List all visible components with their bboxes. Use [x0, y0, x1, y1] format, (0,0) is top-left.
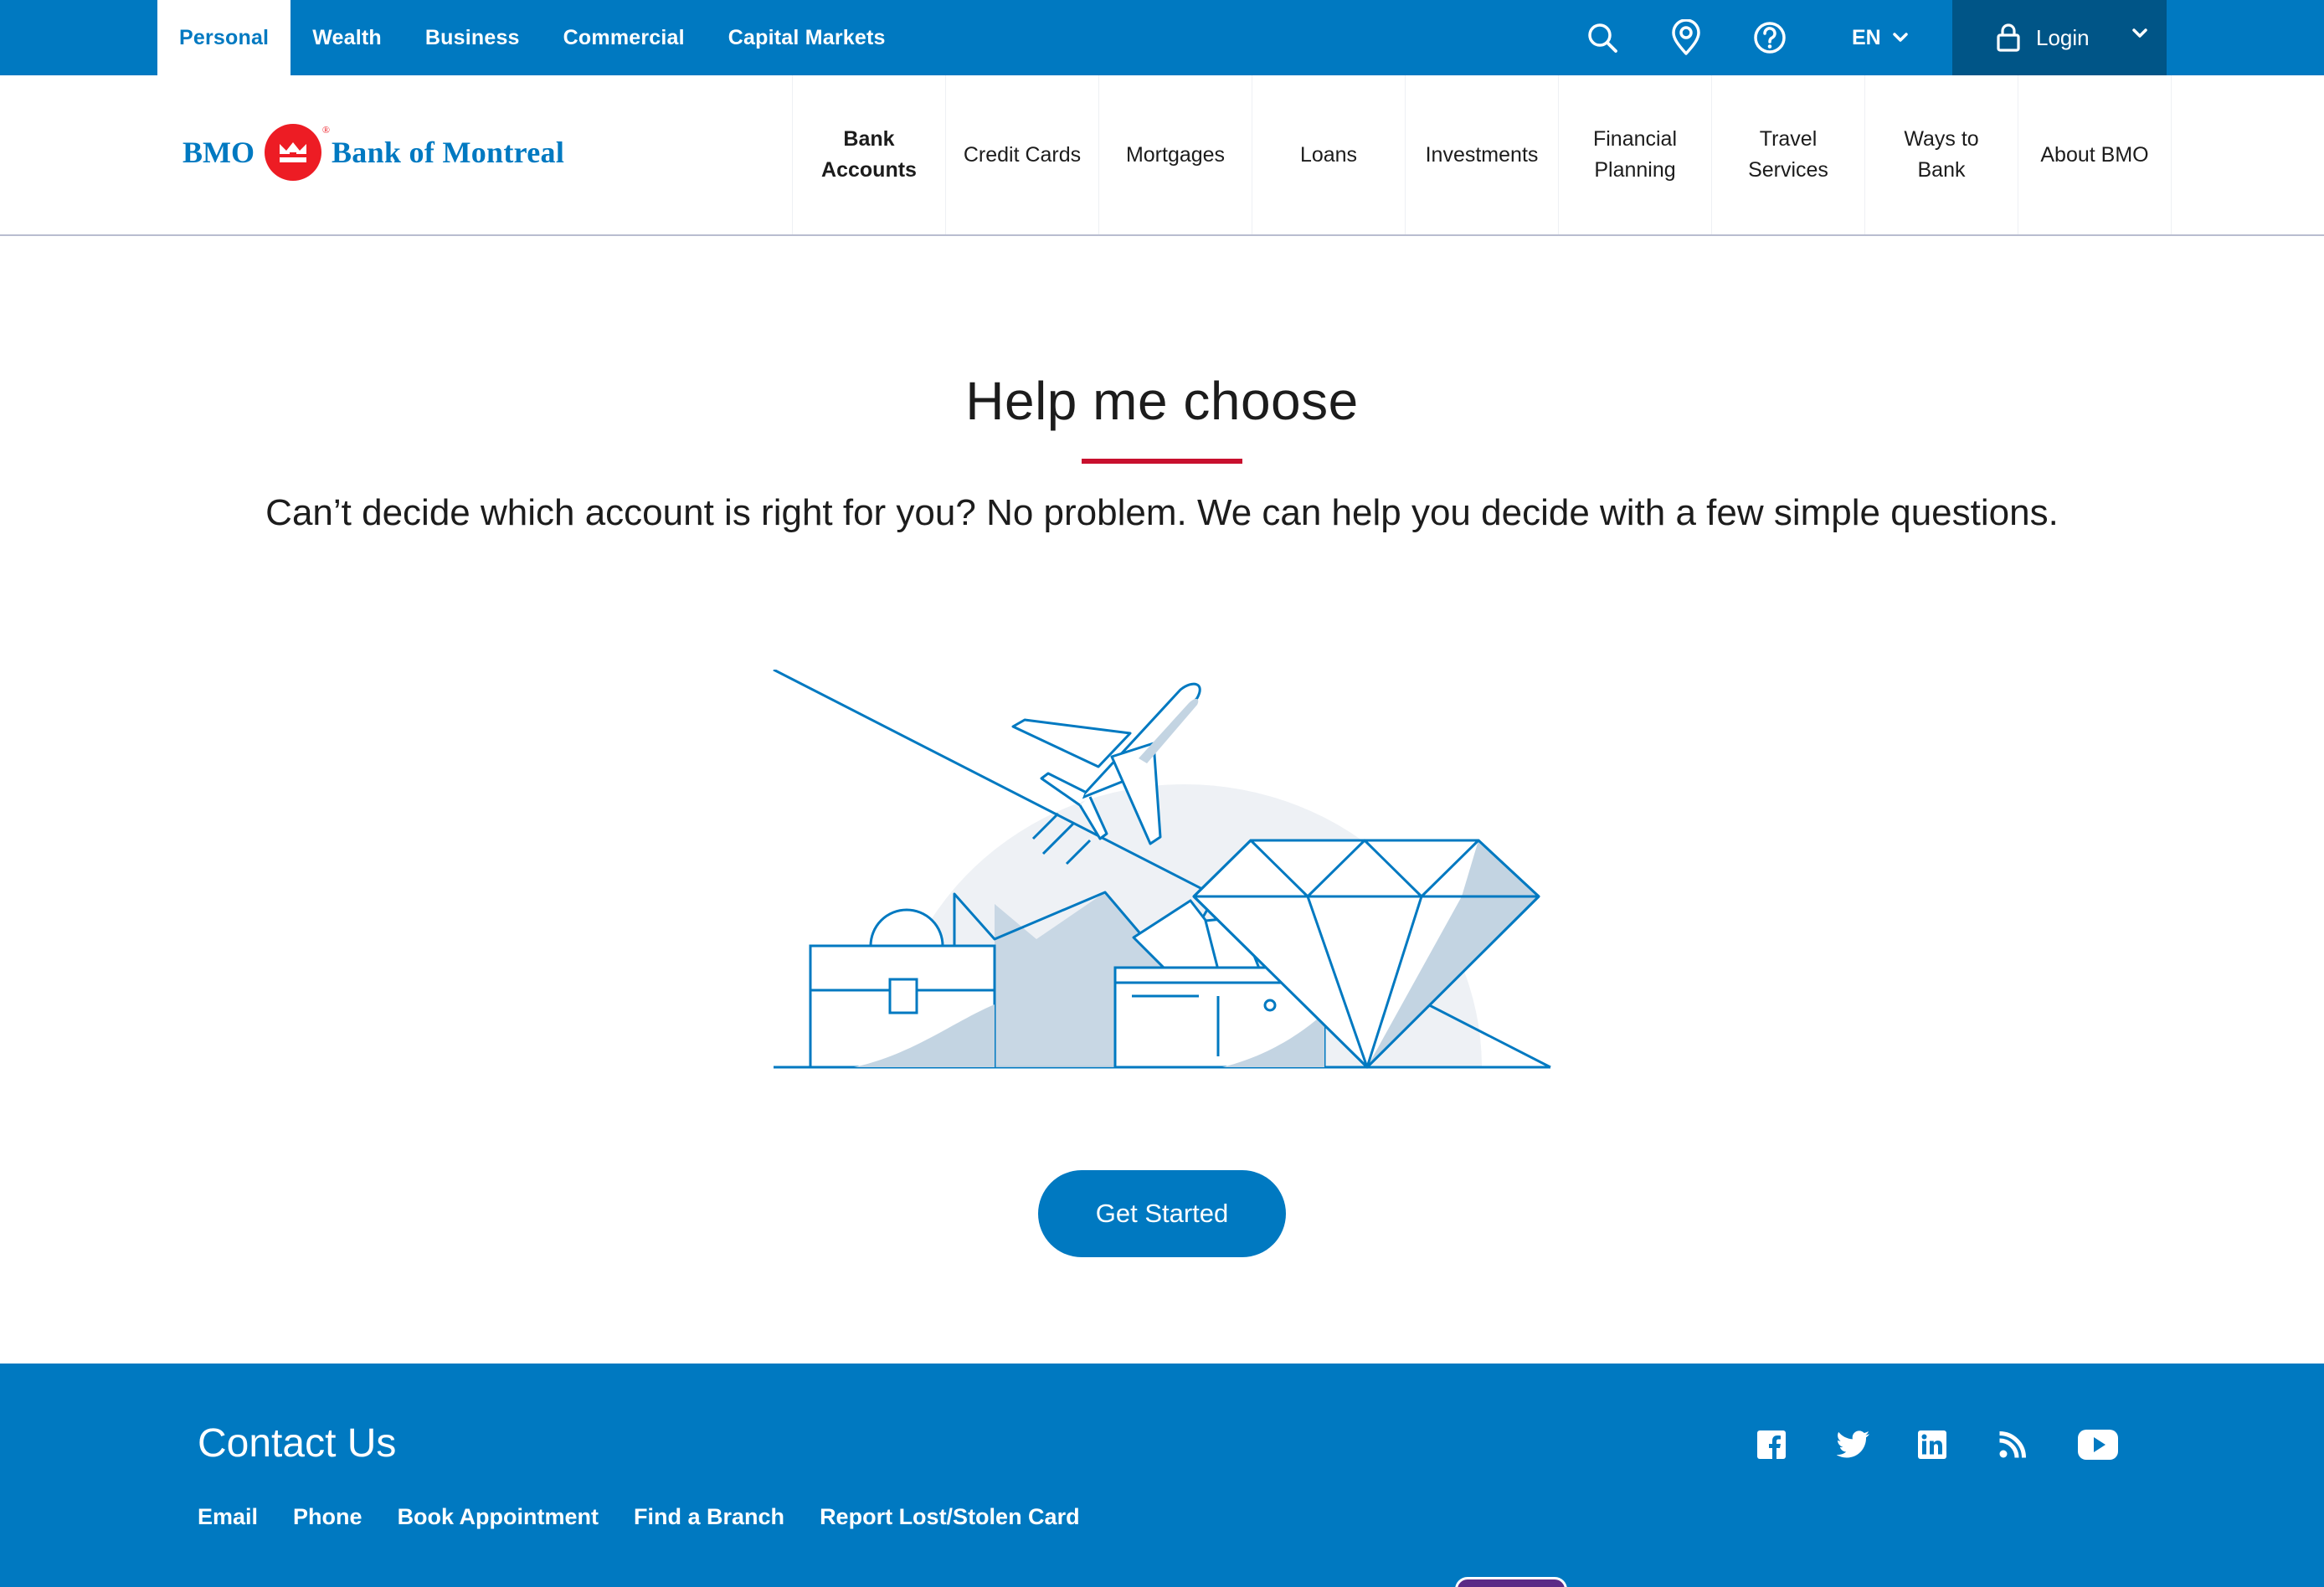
nav-item-travel-services[interactable]: Travel Services [1712, 75, 1865, 234]
search-icon [1577, 13, 1627, 63]
nav-item-about-bmo[interactable]: About BMO [2018, 75, 2172, 234]
footer: Contact Us Email Phone Book Appointment … [0, 1364, 2324, 1587]
title-underline [1082, 459, 1242, 464]
linkedin-link[interactable] [1915, 1422, 1949, 1467]
segment-tab-business[interactable]: Business [404, 0, 542, 75]
footer-title: Contact Us [198, 1421, 397, 1466]
chevron-down-icon [2132, 28, 2147, 38]
linkedin-icon [1918, 1430, 1946, 1459]
get-started-button[interactable]: Get Started [1038, 1170, 1286, 1257]
page-title: Help me choose [965, 371, 1359, 431]
twitter-link[interactable] [1835, 1422, 1872, 1467]
logo-bank-name: Bank of Montreal [332, 136, 565, 169]
login-label: Login [2036, 24, 2090, 50]
page-subtitle: Can’t decide which account is right for … [265, 492, 2059, 533]
footer-link-email[interactable]: Email [198, 1504, 258, 1530]
banking-illustration [773, 670, 1551, 1069]
footer-link-phone[interactable]: Phone [293, 1504, 362, 1530]
nav-item-mortgages[interactable]: Mortgages [1099, 75, 1252, 234]
top-utility-bar: Personal Wealth Business Commercial Capi… [0, 0, 2324, 75]
language-selector[interactable]: EN [1852, 0, 1908, 75]
rss-icon [1999, 1431, 2026, 1458]
location-icon [1661, 13, 1711, 63]
chevron-down-icon [1892, 33, 1908, 42]
segment-tab-wealth[interactable]: Wealth [290, 0, 404, 75]
twitter-icon [1837, 1430, 1869, 1458]
nav-item-investments[interactable]: Investments [1406, 75, 1559, 234]
facebook-link[interactable] [1755, 1422, 1788, 1467]
nav-item-bank-accounts[interactable]: Bank Accounts [793, 75, 946, 234]
rss-link[interactable] [1996, 1422, 2029, 1467]
facebook-icon [1757, 1430, 1786, 1459]
logo-bmo-text: BMO [183, 136, 255, 169]
youtube-link[interactable] [2076, 1422, 2120, 1467]
segment-tab-personal[interactable]: Personal [157, 0, 291, 75]
login-button[interactable]: Login [1952, 0, 2167, 75]
nav-item-loans[interactable]: Loans [1252, 75, 1406, 234]
lock-icon [1996, 23, 2021, 53]
main-navigation: BMO ® Bank of Montreal Bank Accounts Cre… [0, 75, 2324, 236]
youtube-icon [2078, 1430, 2118, 1460]
segment-tab-capital-markets[interactable]: Capital Markets [707, 0, 907, 75]
segment-tab-commercial[interactable]: Commercial [542, 0, 707, 75]
search-button[interactable] [1577, 0, 1627, 75]
segment-tabs: Personal Wealth Business Commercial Capi… [157, 0, 907, 75]
help-icon [1745, 13, 1795, 63]
bmo-logo[interactable]: BMO ® Bank of Montreal [183, 124, 564, 181]
branch-locator-button[interactable] [1661, 0, 1711, 75]
footer-contact-links: Email Phone Book Appointment Find a Bran… [198, 1504, 1115, 1530]
footer-link-book-appointment[interactable]: Book Appointment [398, 1504, 599, 1530]
registered-mark-icon: ® [321, 124, 330, 136]
bmo-roundel-icon: ® [265, 124, 330, 181]
footer-link-find-a-branch[interactable]: Find a Branch [634, 1504, 784, 1530]
nav-item-financial-planning[interactable]: Financial Planning [1559, 75, 1712, 234]
chat-launcher-button[interactable] [1455, 1577, 1567, 1587]
nav-item-credit-cards[interactable]: Credit Cards [946, 75, 1099, 234]
help-button[interactable] [1745, 0, 1795, 75]
primary-nav-links: Bank Accounts Credit Cards Mortgages Loa… [792, 75, 2172, 234]
nav-item-ways-to-bank[interactable]: Ways to Bank [1865, 75, 2018, 234]
language-label: EN [1852, 25, 1881, 49]
footer-link-report-lost-card[interactable]: Report Lost/Stolen Card [820, 1504, 1080, 1530]
